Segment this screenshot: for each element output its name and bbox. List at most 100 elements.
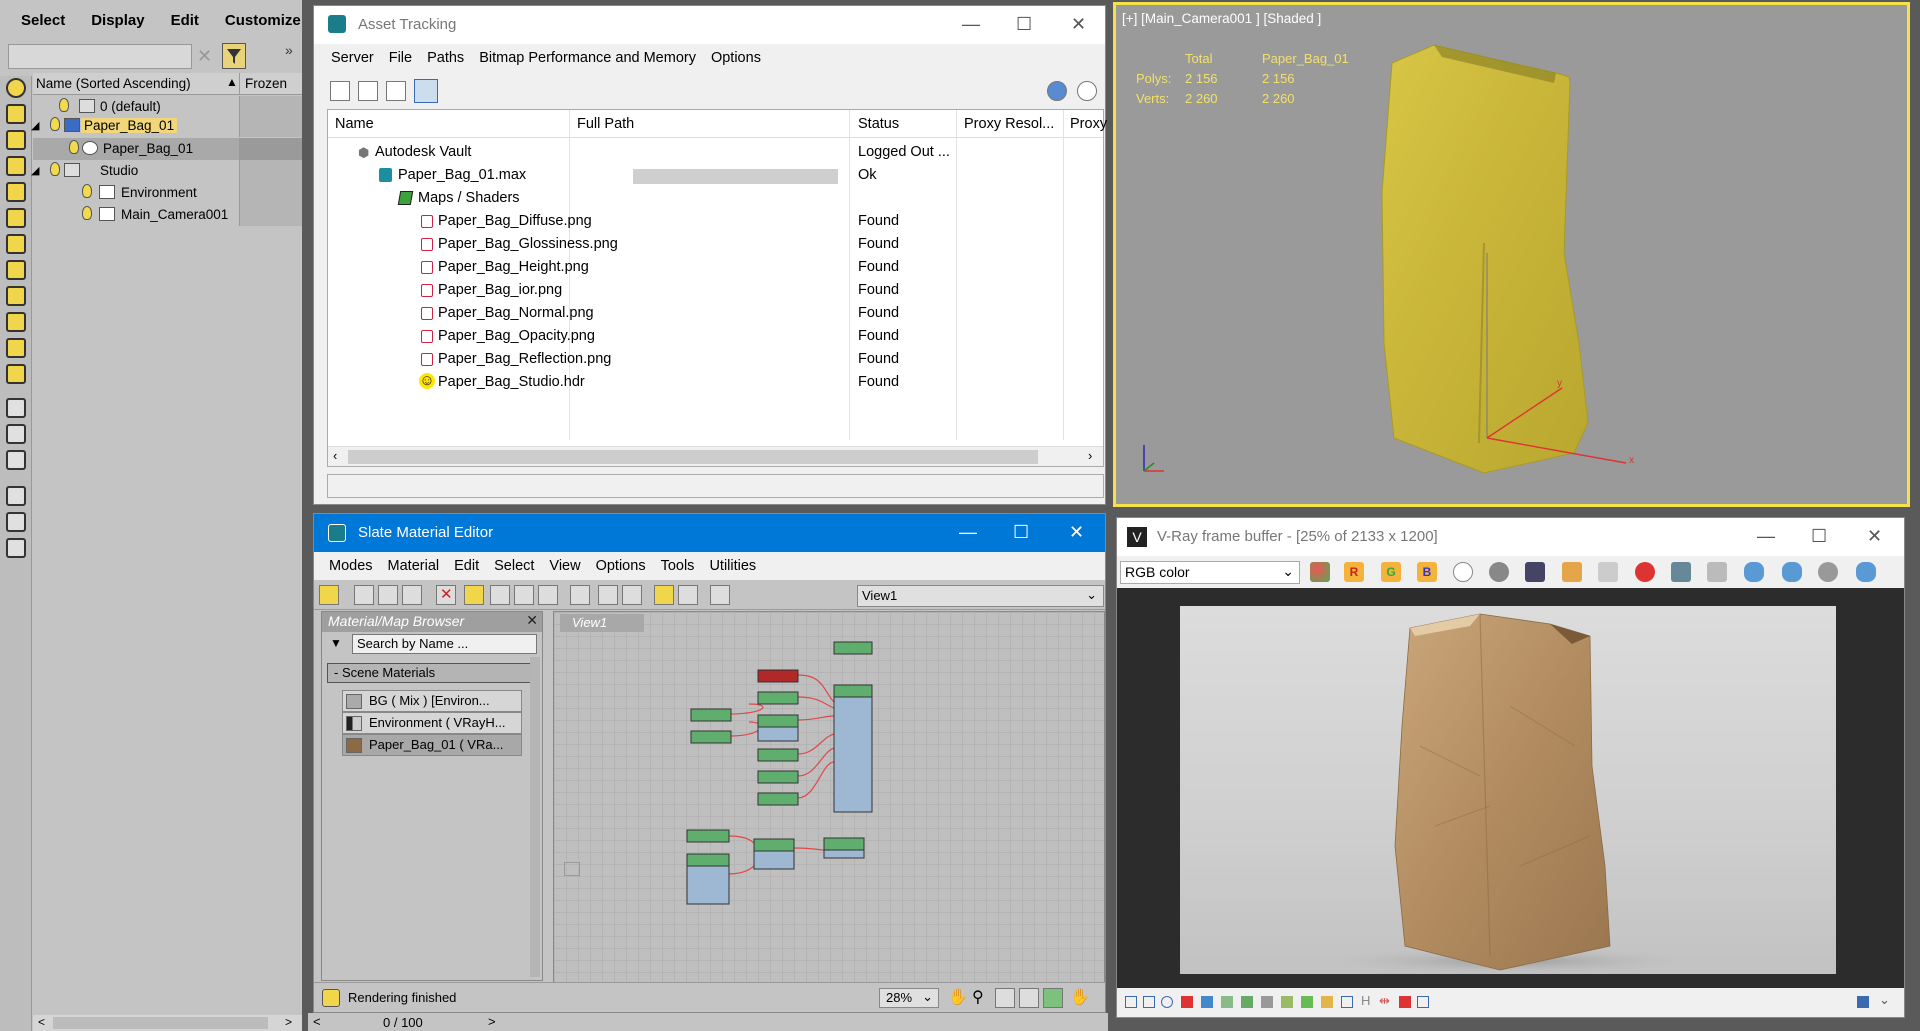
menu-tools[interactable]: Tools — [661, 558, 695, 574]
minimize-icon[interactable]: — — [1757, 526, 1775, 547]
visibility-bulb-icon[interactable] — [69, 140, 79, 154]
visibility-bulb-icon[interactable] — [82, 184, 92, 198]
material-browser-toggle-icon[interactable] — [654, 585, 674, 605]
sample-icon[interactable] — [538, 585, 558, 605]
stop-icon[interactable] — [1818, 562, 1838, 582]
view-selector[interactable]: View1 ⌄ — [857, 585, 1104, 607]
tree-row-main-camera[interactable]: Main_Camera001 — [33, 204, 302, 226]
minimize-icon[interactable]: — — [962, 14, 980, 35]
material-item[interactable]: Environment ( VRayH... — [342, 712, 522, 734]
display-shapes-icon[interactable] — [6, 130, 26, 150]
asset-row-file[interactable]: Paper_Bag_Opacity.png Found — [328, 325, 1103, 348]
sort-ascending-icon[interactable]: ▲ — [226, 75, 238, 89]
vault-connect-icon[interactable] — [1047, 81, 1067, 101]
zoom-extents-icon[interactable] — [1019, 988, 1039, 1008]
eyedropper-icon[interactable] — [354, 585, 374, 605]
visibility-bulb-icon[interactable] — [82, 206, 92, 220]
chevron-down-icon[interactable]: ⌄ — [1282, 563, 1294, 580]
prev-frame-icon[interactable]: < — [313, 1014, 321, 1029]
zoom-tool-icon[interactable]: ⚲ — [972, 987, 984, 1007]
tree-row-paper-bag-layer[interactable]: ◢ Paper_Bag_01 — [31, 115, 302, 137]
background-checker-icon[interactable] — [514, 585, 534, 605]
layout-all-icon[interactable] — [622, 585, 642, 605]
tree-view-icon[interactable] — [386, 81, 406, 101]
asset-row-file[interactable]: Paper_Bag_Glossiness.png Found — [328, 233, 1103, 256]
menu-modes[interactable]: Modes — [329, 558, 373, 574]
white-balance-icon[interactable] — [1241, 996, 1253, 1008]
asset-row-vault[interactable]: ⬢ Autodesk Vault Logged Out ... — [328, 141, 1103, 164]
menu-utilities[interactable]: Utilities — [709, 558, 756, 574]
maximize-icon[interactable]: ☐ — [1811, 526, 1827, 547]
menu-options[interactable]: Options — [596, 558, 646, 574]
table-view-icon[interactable] — [414, 79, 438, 103]
filter-icon[interactable] — [222, 43, 246, 69]
display-geometry-icon[interactable] — [6, 104, 26, 124]
h-icon[interactable]: H — [1361, 993, 1370, 1008]
browser-search-input[interactable]: Search by Name ... — [352, 634, 537, 654]
close-icon[interactable]: ✕ — [1071, 14, 1086, 35]
pan-hand-icon[interactable]: ✋ — [948, 987, 968, 1007]
refresh-icon[interactable] — [330, 81, 350, 101]
histogram-icon[interactable] — [1261, 996, 1273, 1008]
browser-options-icon[interactable]: ▼ — [330, 636, 342, 650]
maximize-icon[interactable]: ☐ — [1013, 522, 1029, 543]
display-cameras-icon[interactable] — [6, 182, 26, 202]
asset-row-file[interactable]: Paper_Bag_Diffuse.png Found — [328, 210, 1103, 233]
filter-funnel-icon[interactable] — [6, 486, 26, 506]
frozen-column-header[interactable]: Frozen — [239, 73, 287, 95]
close-icon[interactable]: ✕ — [1867, 526, 1882, 547]
name-column-header[interactable]: Name (Sorted Ascending) — [36, 76, 191, 91]
select-none-icon[interactable] — [6, 424, 26, 444]
lut-icon[interactable] — [1301, 996, 1313, 1008]
mono-channel-icon[interactable] — [1489, 562, 1509, 582]
hide-unused-icon[interactable] — [570, 585, 590, 605]
chevron-down-icon[interactable]: ⌄ — [922, 989, 933, 1005]
node-graph[interactable] — [554, 612, 1104, 982]
asset-row-file[interactable]: Paper_Bag_ior.png Found — [328, 279, 1103, 302]
maximize-icon[interactable]: ☐ — [1016, 14, 1032, 35]
col-full-path[interactable]: Full Path — [577, 116, 634, 132]
curves-icon[interactable] — [1201, 996, 1213, 1008]
close-icon[interactable]: ✕ — [1069, 522, 1084, 543]
collapse-arrow-icon[interactable]: ◢ — [31, 164, 39, 177]
node-graph-view[interactable]: View1 — [553, 611, 1105, 983]
render-region-icon[interactable] — [1744, 562, 1764, 582]
menu-options[interactable]: Options — [711, 50, 761, 66]
asset-row-file[interactable]: Paper_Bag_Height.png Found — [328, 256, 1103, 279]
list-view-icon[interactable] — [358, 81, 378, 101]
rendered-image[interactable] — [1180, 606, 1836, 974]
scroll-left-icon[interactable]: ‹ — [333, 448, 337, 463]
display-groups-icon[interactable] — [6, 260, 26, 280]
move-children-icon[interactable] — [598, 585, 618, 605]
green-channel-button[interactable]: G — [1381, 562, 1401, 582]
menu-display[interactable]: Display — [78, 12, 157, 29]
menu-select[interactable]: Select — [494, 558, 534, 574]
delete-icon[interactable]: ✕ — [436, 585, 456, 605]
time-slider[interactable]: < 0 / 100 > — [308, 1013, 1108, 1031]
display-lights-icon[interactable] — [6, 156, 26, 176]
close-icon[interactable]: ✕ — [526, 612, 538, 629]
select-all-icon[interactable] — [6, 398, 26, 418]
scroll-right-icon[interactable]: › — [1088, 448, 1092, 463]
layout-icon[interactable] — [464, 585, 484, 605]
menu-select[interactable]: Select — [8, 12, 78, 29]
display-frozen-icon[interactable] — [6, 364, 26, 384]
chevron-down-icon[interactable]: ⌄ — [1086, 587, 1097, 603]
menu-paths[interactable]: Paths — [427, 50, 464, 66]
pan-view-icon[interactable]: ✋ — [1070, 987, 1090, 1007]
display-helpers-icon[interactable] — [6, 208, 26, 228]
scroll-right-icon[interactable]: > — [285, 1015, 292, 1029]
settings-icon[interactable] — [6, 538, 26, 558]
tree-row-environment[interactable]: Environment — [33, 182, 302, 204]
find-icon[interactable] — [6, 512, 26, 532]
vfb-title-bar[interactable]: V V-Ray frame buffer - [25% of 2133 x 12… — [1117, 518, 1904, 556]
red-channel-button[interactable]: R — [1344, 562, 1364, 582]
assign-material-icon[interactable] — [378, 585, 398, 605]
select-invert-icon[interactable] — [6, 450, 26, 470]
tree-row-paper-bag-object[interactable]: Paper_Bag_01 — [33, 138, 302, 160]
display-bones-icon[interactable] — [6, 312, 26, 332]
color-channels-icon[interactable] — [1310, 562, 1330, 582]
lens-effects-icon[interactable] — [1143, 996, 1155, 1008]
select-tool-icon[interactable] — [319, 585, 339, 605]
zoom-extents-selected-icon[interactable] — [1043, 988, 1063, 1008]
